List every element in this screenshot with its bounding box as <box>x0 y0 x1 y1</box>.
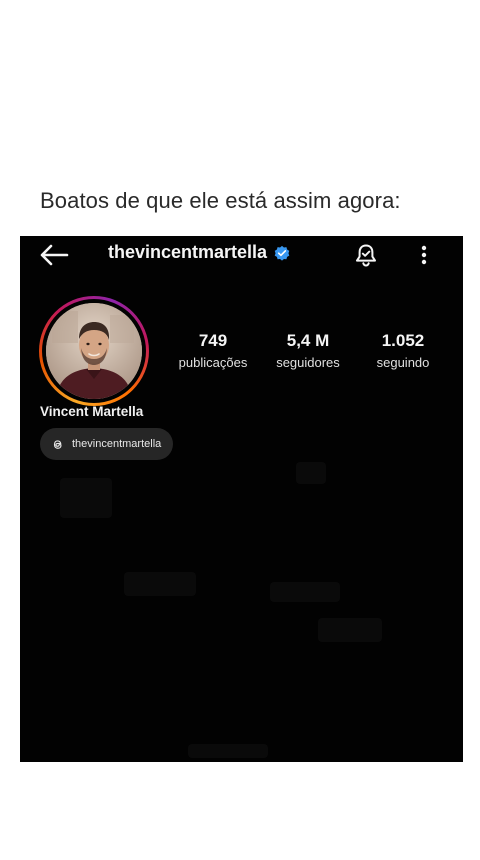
stat-followers-label: seguidores <box>276 355 340 370</box>
profile-handle-header: thevincentmartella <box>108 242 291 263</box>
faded-content-block <box>318 618 382 642</box>
faded-content-block <box>270 582 340 602</box>
stat-following-value: 1.052 <box>381 331 425 350</box>
faded-content-block <box>60 478 112 518</box>
avatar[interactable] <box>46 303 142 399</box>
stat-posts-label: publicações <box>178 355 248 370</box>
threads-icon <box>53 439 62 449</box>
more-vertical-icon <box>421 245 427 265</box>
avatar-photo <box>46 303 142 399</box>
profile-handle: thevincentmartella <box>108 242 268 262</box>
stat-following-label: seguindo <box>376 355 430 370</box>
profile-screenshot: thevincentmartella 749 publicações 5,4 M… <box>20 236 463 762</box>
more-options-button[interactable] <box>416 241 432 269</box>
arrow-left-icon <box>40 244 69 266</box>
threads-link-chip[interactable]: thevincentmartella <box>40 428 174 460</box>
verified-badge-icon <box>274 245 290 261</box>
story-ring <box>39 296 149 406</box>
post-caption: Boatos de que ele está assim agora: <box>40 188 401 213</box>
notifications-button[interactable] <box>352 241 380 269</box>
stat-following[interactable]: 1.052 seguindo <box>358 330 448 372</box>
profile-stats: 749 publicações 5,4 M seguidores 1.052 s… <box>168 330 448 372</box>
faded-content-block <box>188 744 268 758</box>
stat-followers[interactable]: 5,4 M seguidores <box>263 330 353 372</box>
top-bar: thevincentmartella <box>20 236 463 274</box>
profile-display-name: Vincent Martella <box>40 404 144 419</box>
threads-handle: thevincentmartella <box>72 438 162 450</box>
stat-posts-value: 749 <box>198 331 228 350</box>
bell-icon <box>356 244 376 267</box>
stat-followers-value: 5,4 M <box>286 331 330 350</box>
faded-content-block <box>296 462 326 484</box>
stat-posts[interactable]: 749 publicações <box>168 330 258 372</box>
back-button[interactable] <box>38 242 70 268</box>
faded-content-block <box>124 572 196 596</box>
